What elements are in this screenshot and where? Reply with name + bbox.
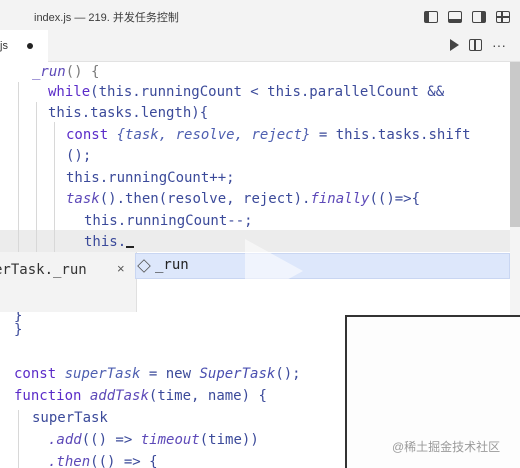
close-icon[interactable]: × xyxy=(117,261,125,276)
code-line-1: _run() { xyxy=(32,64,100,80)
code-line-9: this. xyxy=(0,232,135,253)
code-line-3: this.tasks.length){ xyxy=(48,105,209,121)
scrollbar-thumb[interactable] xyxy=(510,62,520,227)
code-line-12: const superTask = new SuperTask(); xyxy=(14,366,301,382)
toggle-primary-sidebar-icon[interactable] xyxy=(424,11,438,23)
code-line-11: } xyxy=(14,322,23,338)
title-bar: index.js — 219. 并发任务控制 xyxy=(0,0,520,30)
video-play-icon[interactable] xyxy=(245,239,303,303)
code-line-8: this.runningCount--; xyxy=(84,213,253,229)
editor-actions: ··· xyxy=(450,38,506,52)
suggestion-item-run[interactable]: _run xyxy=(135,253,510,279)
unsaved-dot-icon[interactable] xyxy=(27,43,33,49)
code-line-4: const {task, resolve, reject} = this.tas… xyxy=(66,127,471,143)
code-line-6: this.runningCount++; xyxy=(66,170,235,186)
run-icon[interactable] xyxy=(450,39,459,51)
method-cube-icon xyxy=(137,259,151,273)
code-line-15: .add(() => timeout(time)) xyxy=(48,432,259,448)
tab-index-js[interactable]: js xyxy=(0,30,48,62)
suggestion-label: _run xyxy=(155,257,189,273)
code-line-14: superTask xyxy=(32,410,108,426)
customize-layout-icon[interactable] xyxy=(496,11,510,23)
editor-tab-bar: js ··· xyxy=(0,30,520,62)
toggle-secondary-sidebar-icon[interactable] xyxy=(472,11,486,23)
code-line-7: task().then(resolve, reject).finally(()=… xyxy=(66,191,421,207)
tab-label: js xyxy=(0,40,8,52)
suggest-detail-text: erTask._run xyxy=(0,262,87,278)
window-title: index.js — 219. 并发任务控制 xyxy=(34,12,179,24)
code-line-2: while(this.runningCount < this.parallelC… xyxy=(48,84,445,100)
more-actions-icon[interactable]: ··· xyxy=(492,38,506,52)
code-line-13: function addTask(time, name) { xyxy=(14,388,267,404)
split-editor-icon[interactable] xyxy=(469,39,482,51)
watermark: @稀土掘金技术社区 xyxy=(392,440,501,454)
suggest-details-panel: erTask._run × xyxy=(0,252,137,312)
code-line-5: (); xyxy=(66,148,92,164)
code-line-16: .then(() => { xyxy=(48,454,158,468)
toggle-panel-icon[interactable] xyxy=(448,11,462,23)
text-cursor xyxy=(126,246,135,248)
layout-controls xyxy=(424,11,510,23)
